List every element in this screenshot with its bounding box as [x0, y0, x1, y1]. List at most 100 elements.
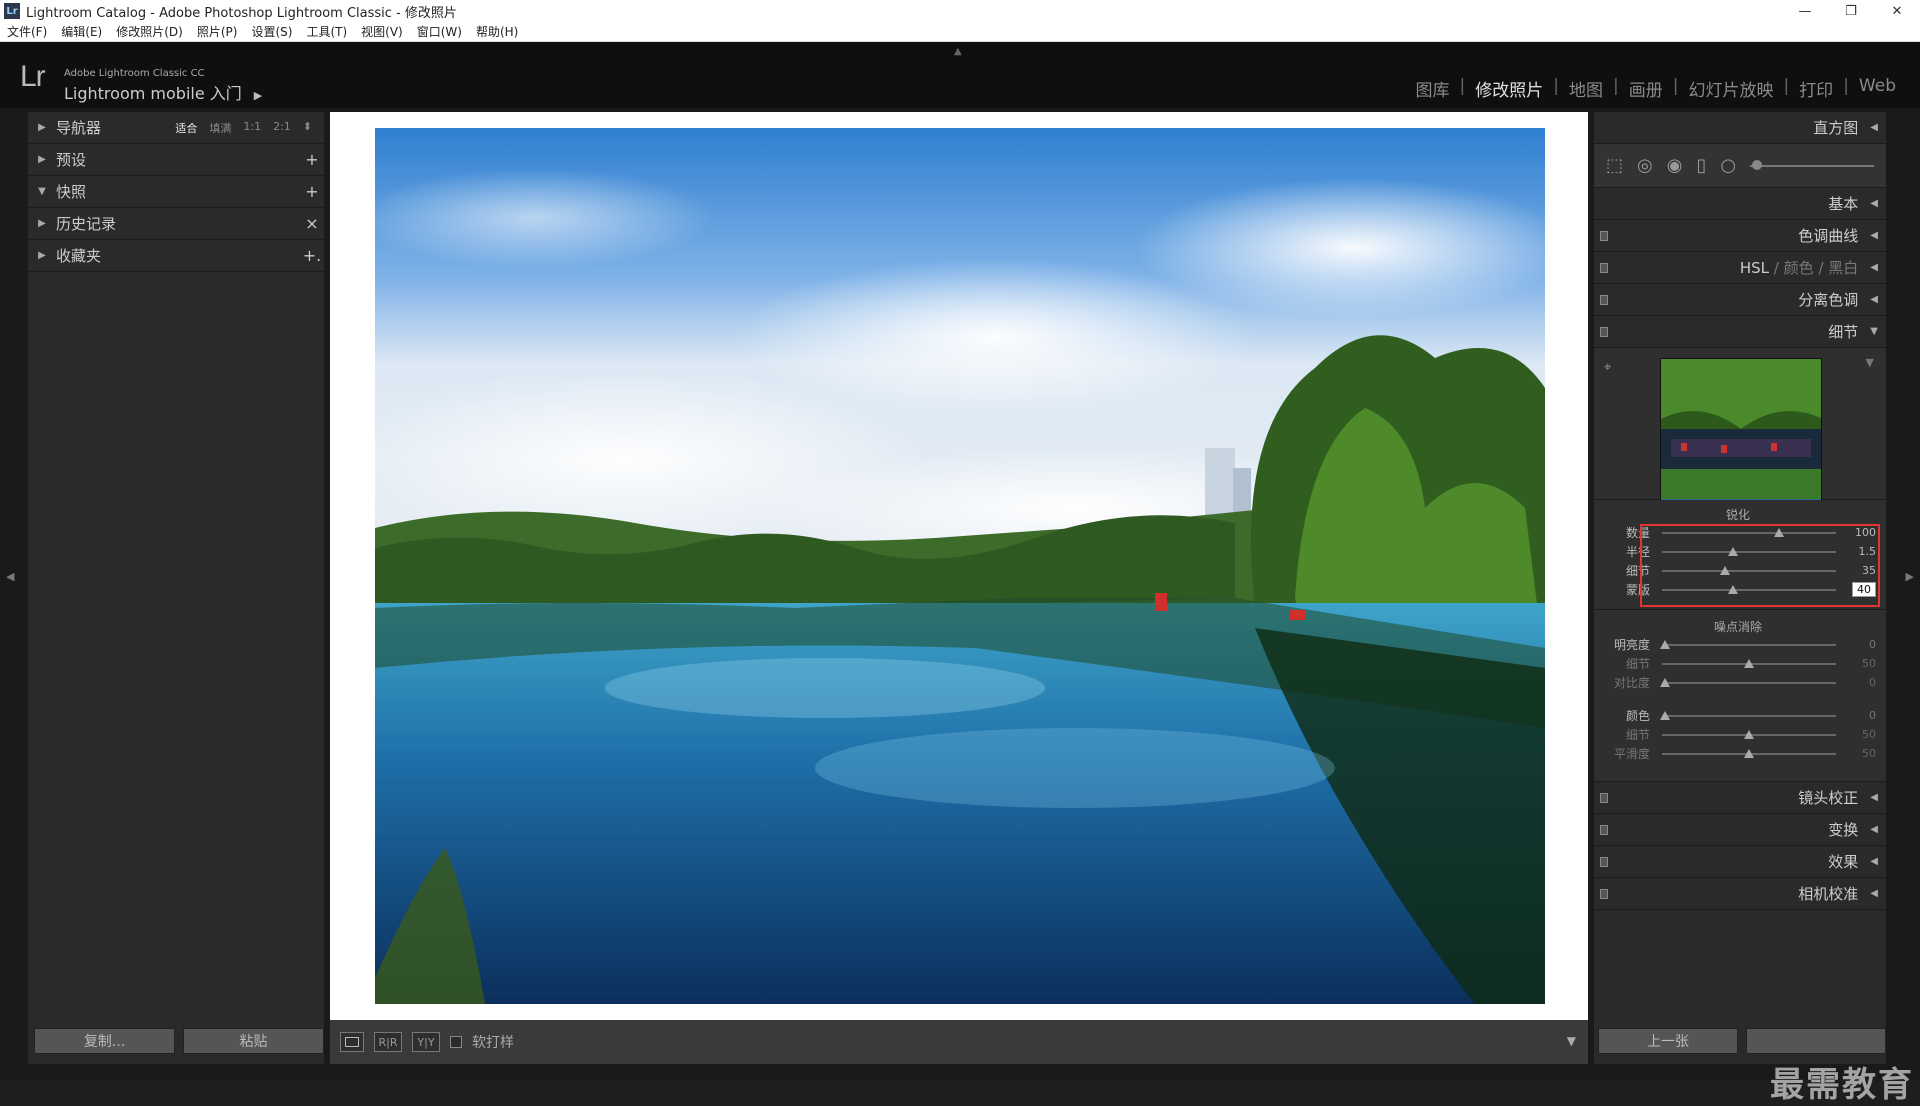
nr-smooth-slider[interactable]: [1662, 748, 1836, 758]
paste-settings-button[interactable]: 粘贴: [183, 1028, 324, 1054]
color-tab[interactable]: 颜色: [1784, 257, 1814, 278]
panel-presets[interactable]: ▶ 预设 +: [28, 144, 324, 176]
collections-label: 收藏夹: [56, 247, 102, 265]
nr-smooth-thumb[interactable]: [1744, 748, 1754, 758]
nr-color-slider[interactable]: [1660, 710, 1836, 720]
panel-basic[interactable]: 基本 ◀: [1594, 188, 1886, 220]
menu-edit[interactable]: 编辑(E): [54, 23, 109, 40]
reset-button[interactable]: [1746, 1028, 1886, 1054]
previous-button[interactable]: 上一张: [1598, 1028, 1738, 1054]
bw-tab[interactable]: 黑白: [1828, 257, 1858, 278]
nr-color-value[interactable]: 0: [1842, 709, 1886, 722]
nr-lum-contrast-thumb[interactable]: [1660, 677, 1671, 687]
zoom-1to1[interactable]: 1:1: [237, 120, 267, 136]
panel-switch-icon[interactable]: [1600, 857, 1608, 867]
nr-col-detail-value[interactable]: 50: [1842, 728, 1886, 741]
preview-toggle-icon[interactable]: ▼: [1866, 356, 1874, 369]
module-print[interactable]: 打印: [1789, 76, 1843, 101]
photo-canvas[interactable]: [330, 112, 1588, 1060]
nr-col-detail-thumb[interactable]: [1744, 729, 1754, 739]
panel-detail[interactable]: 细节 ▼: [1594, 316, 1886, 348]
module-develop[interactable]: 修改照片: [1465, 76, 1553, 101]
menu-view[interactable]: 视图(V): [354, 23, 410, 40]
nr-lum-detail-value[interactable]: 50: [1842, 657, 1886, 670]
add-snapshot-icon[interactable]: +: [300, 182, 324, 201]
panel-history[interactable]: ▶ 历史记录 ×: [28, 208, 324, 240]
spot-removal-icon[interactable]: ◎: [1637, 155, 1653, 176]
zoom-2to1[interactable]: 2:1: [267, 120, 297, 136]
panel-histogram[interactable]: 直方图 ◀: [1594, 112, 1886, 144]
nr-color-thumb[interactable]: [1660, 710, 1671, 720]
panel-tone-curve[interactable]: 色调曲线 ◀: [1594, 220, 1886, 252]
graduated-filter-icon[interactable]: ▯: [1696, 155, 1706, 176]
nr-luminance-slider[interactable]: [1660, 639, 1836, 649]
toolbar-menu-chevron-icon[interactable]: ▼: [1567, 1034, 1576, 1048]
top-panel-toggle-icon[interactable]: ▲: [954, 46, 962, 57]
panel-switch-icon[interactable]: [1600, 793, 1608, 803]
minimize-button[interactable]: —: [1782, 0, 1828, 22]
menu-window[interactable]: 窗口(W): [410, 23, 469, 40]
nr-lum-contrast-row: 对比度 0: [1594, 673, 1886, 692]
panel-navigator[interactable]: ▶ 导航器 适合 填满 1:1 2:1 ⬍: [28, 112, 324, 144]
panel-switch-icon[interactable]: [1600, 263, 1608, 273]
mobile-getting-started[interactable]: Lightroom mobile 入门 ▶: [64, 80, 262, 104]
menu-tools[interactable]: 工具(T): [299, 23, 354, 40]
crop-tool-icon[interactable]: ⬚: [1606, 155, 1623, 176]
nr-lum-detail-row: 细节 50: [1594, 654, 1886, 673]
panel-collections[interactable]: ▶ 收藏夹 +.: [28, 240, 324, 272]
maximize-button[interactable]: ❐: [1828, 0, 1874, 22]
zoom-stepper-icon[interactable]: ⬍: [297, 120, 318, 136]
before-after-lr-button[interactable]: R|R: [374, 1032, 402, 1052]
menu-photo[interactable]: 照片(P): [190, 23, 245, 40]
add-preset-icon[interactable]: +: [300, 150, 324, 169]
menu-develop[interactable]: 修改照片(D): [109, 23, 190, 40]
module-book[interactable]: 画册: [1619, 76, 1673, 101]
brush-slider-thumb[interactable]: [1752, 159, 1763, 170]
softproof-checkbox[interactable]: [450, 1036, 462, 1048]
panel-lens-corrections[interactable]: 镜头校正 ◀: [1594, 782, 1886, 814]
menu-file[interactable]: 文件(F): [0, 23, 54, 40]
nr-luminance-thumb[interactable]: [1660, 639, 1671, 649]
radial-filter-icon[interactable]: ○: [1720, 155, 1736, 176]
panel-switch-icon[interactable]: [1600, 327, 1608, 337]
module-map[interactable]: 地图: [1559, 76, 1613, 101]
module-web[interactable]: Web: [1849, 76, 1906, 101]
panel-effects[interactable]: 效果 ◀: [1594, 846, 1886, 878]
module-slideshow[interactable]: 幻灯片放映: [1678, 76, 1783, 101]
loupe-view-button[interactable]: [340, 1032, 364, 1052]
panel-camera-calibration[interactable]: 相机校准 ◀: [1594, 878, 1886, 910]
panel-hsl[interactable]: HSL / 颜色 / 黑白 ◀: [1594, 252, 1886, 284]
adjustment-brush-slider[interactable]: [1750, 159, 1874, 170]
redeye-icon[interactable]: ◉: [1667, 155, 1683, 176]
left-panel-toggle-icon[interactable]: ◀: [6, 570, 14, 583]
menu-help[interactable]: 帮助(H): [469, 23, 525, 40]
target-adjust-icon[interactable]: ⌖: [1604, 360, 1611, 375]
nr-lum-contrast-value[interactable]: 0: [1842, 676, 1886, 689]
copy-settings-button[interactable]: 复制...: [34, 1028, 175, 1054]
nr-col-detail-slider[interactable]: [1662, 729, 1836, 739]
close-button[interactable]: ✕: [1874, 0, 1920, 22]
menu-settings[interactable]: 设置(S): [244, 23, 299, 40]
clear-history-icon[interactable]: ×: [300, 214, 324, 233]
nr-lum-detail-slider[interactable]: [1662, 658, 1836, 668]
add-collection-icon[interactable]: +.: [300, 246, 324, 265]
panel-switch-icon[interactable]: [1600, 231, 1608, 241]
panel-switch-icon[interactable]: [1600, 295, 1608, 305]
before-after-tb-button[interactable]: Y|Y: [412, 1032, 440, 1052]
panel-switch-icon[interactable]: [1600, 825, 1608, 835]
nr-luminance-value[interactable]: 0: [1842, 638, 1886, 651]
detail-preview-thumbnail[interactable]: [1660, 358, 1822, 520]
right-panel-toggle-icon[interactable]: ▶: [1906, 570, 1914, 583]
panel-split-toning[interactable]: 分离色调 ◀: [1594, 284, 1886, 316]
nr-lum-contrast-slider[interactable]: [1660, 677, 1836, 687]
hsl-tab[interactable]: HSL: [1740, 259, 1769, 277]
zoom-fit[interactable]: 适合: [169, 120, 203, 136]
module-picker: 图库 | 修改照片 | 地图 | 画册 | 幻灯片放映 | 打印 | Web: [1406, 76, 1906, 101]
panel-switch-icon[interactable]: [1600, 889, 1608, 899]
nr-smooth-value[interactable]: 50: [1842, 747, 1886, 760]
panel-snapshots[interactable]: ▼ 快照 +: [28, 176, 324, 208]
nr-lum-detail-thumb[interactable]: [1744, 658, 1754, 668]
zoom-fill[interactable]: 填满: [203, 120, 237, 136]
module-library[interactable]: 图库: [1406, 76, 1460, 101]
panel-transform[interactable]: 变换 ◀: [1594, 814, 1886, 846]
